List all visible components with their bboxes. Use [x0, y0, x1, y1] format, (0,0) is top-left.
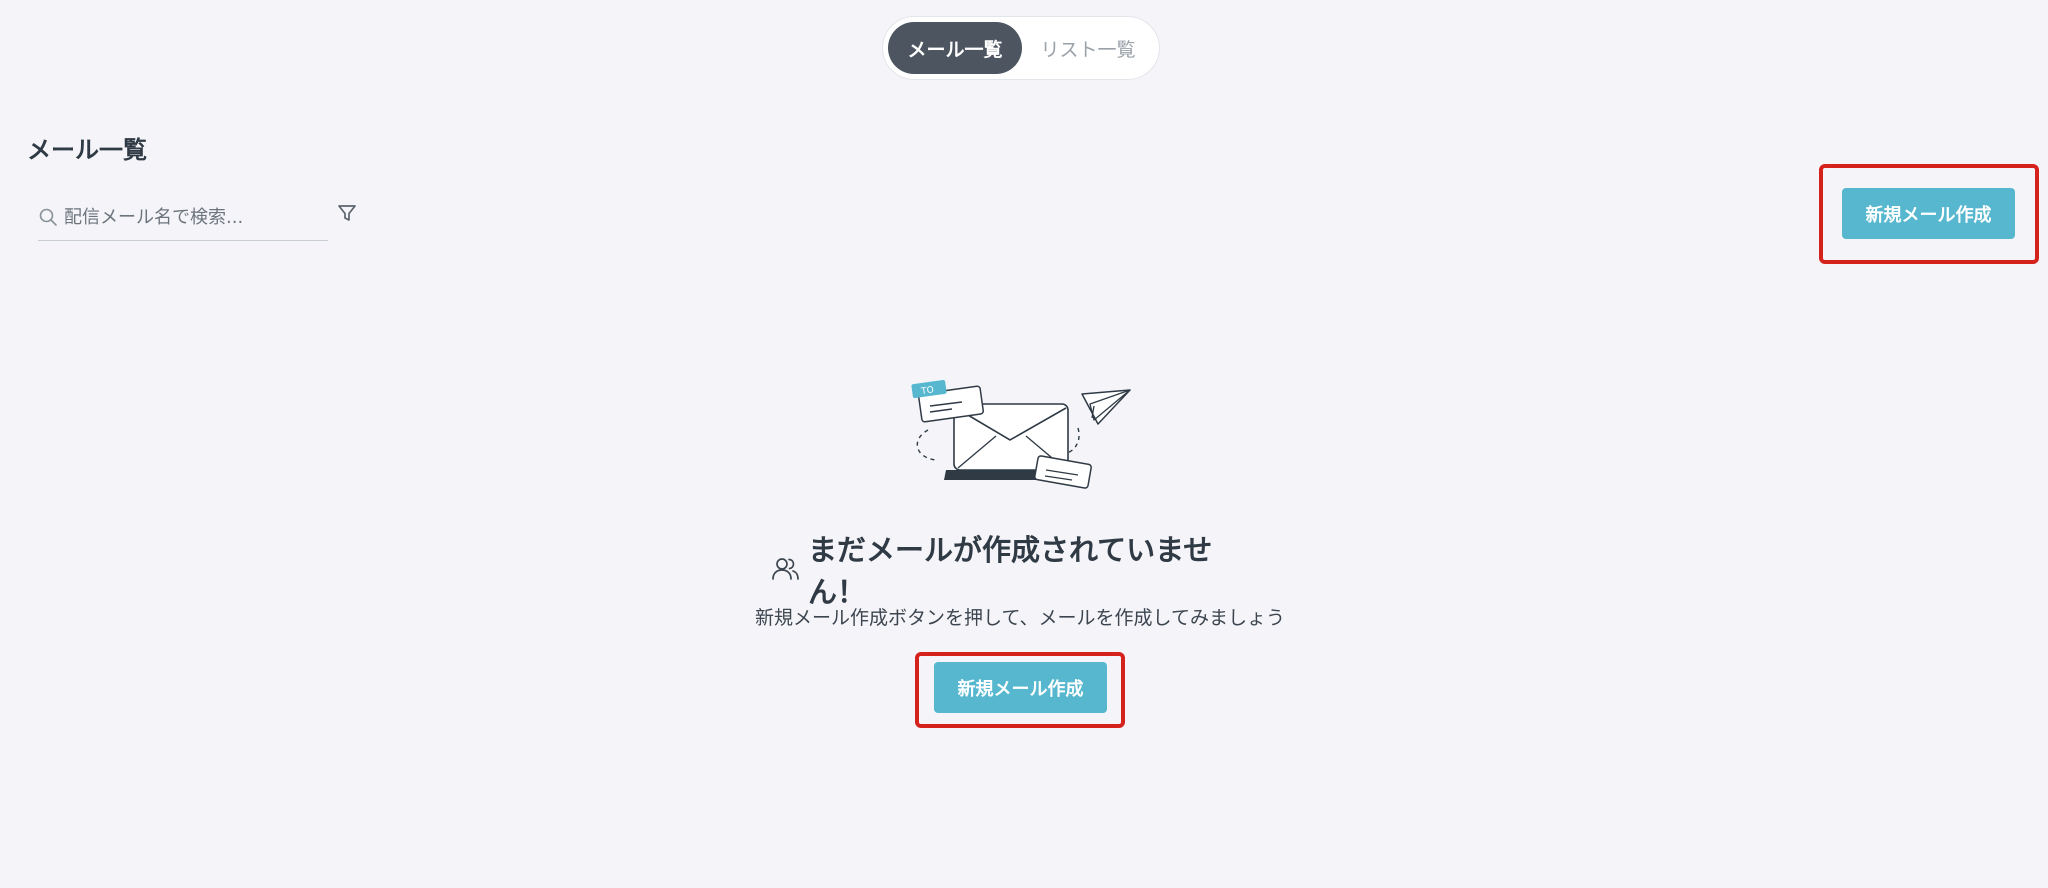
- filter-icon[interactable]: [336, 202, 358, 224]
- empty-state-title: まだメールが作成されていません！: [770, 533, 1270, 609]
- new-mail-button-center[interactable]: 新規メール作成: [934, 662, 1107, 713]
- empty-state-title-text: まだメールが作成されていません！: [808, 533, 1213, 609]
- new-mail-button[interactable]: 新規メール作成: [1842, 188, 2015, 239]
- empty-state-description: 新規メール作成ボタンを押して、メールを作成してみましょう: [755, 607, 1285, 629]
- search-input[interactable]: [64, 206, 314, 228]
- tab-mail-list[interactable]: メール一覧: [888, 22, 1022, 74]
- mail-illustration: TO: [911, 379, 1131, 489]
- search-icon: [39, 208, 57, 226]
- tab-list-list[interactable]: リスト一覧: [1022, 22, 1154, 74]
- page-title: メール一覧: [27, 136, 147, 164]
- illustration-to-tag: TO: [920, 385, 935, 397]
- users-icon: [772, 558, 799, 580]
- view-tabs: メール一覧 リスト一覧: [882, 16, 1160, 80]
- search-bar: [38, 194, 328, 241]
